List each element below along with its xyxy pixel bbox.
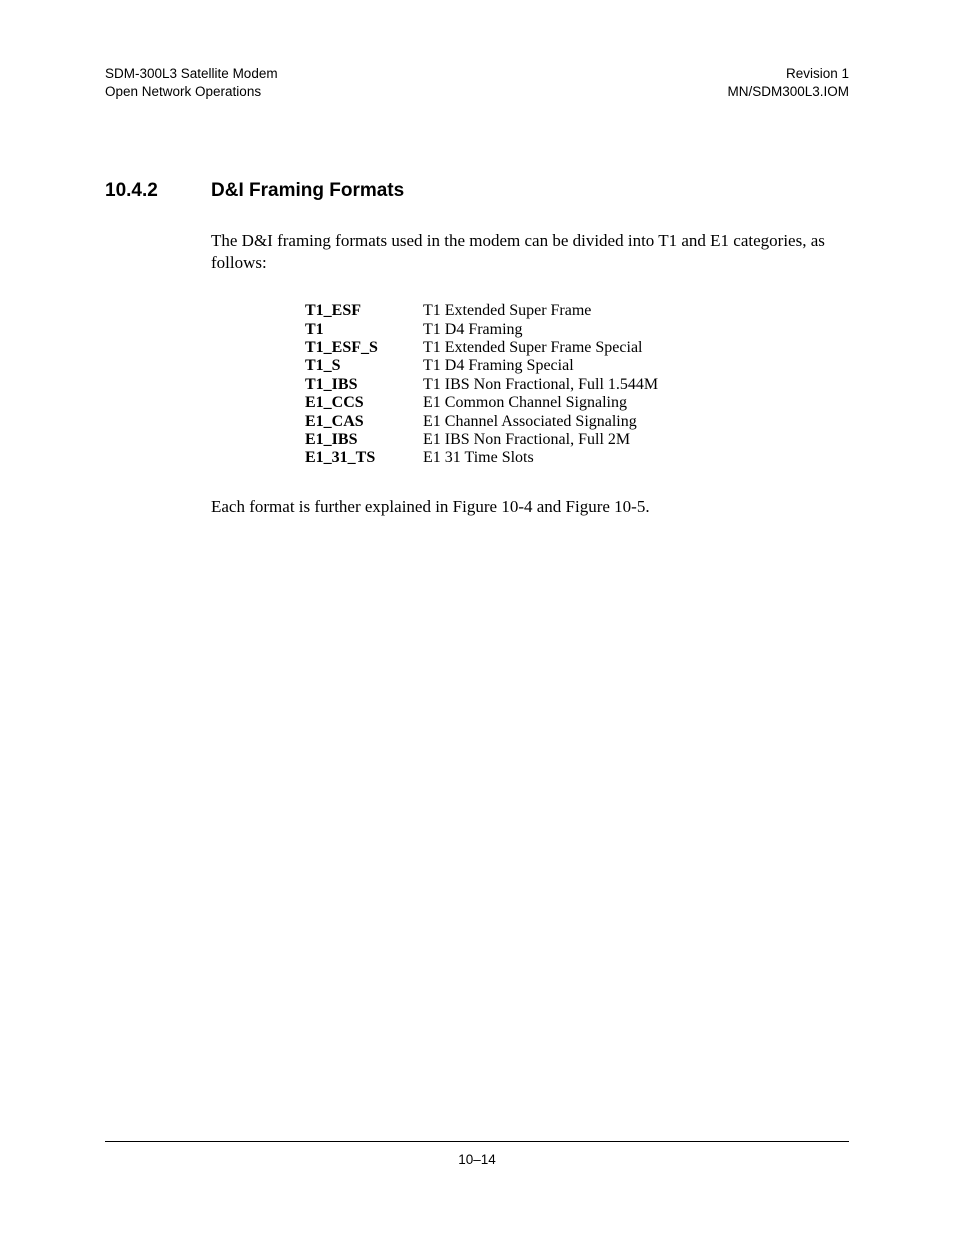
page-number: 10–14 (105, 1152, 849, 1167)
header-right: Revision 1 MN/SDM300L3.IOM (727, 65, 849, 100)
format-key: T1_ESF_S (305, 339, 423, 357)
section-number: 10.4.2 (105, 180, 211, 202)
table-row: E1_31_TS E1 31 Time Slots (305, 449, 849, 467)
format-description: E1 IBS Non Fractional, Full 2M (423, 431, 849, 449)
format-key: E1_31_TS (305, 449, 423, 467)
format-description: T1 Extended Super Frame (423, 302, 849, 320)
table-row: T1_ESF_S T1 Extended Super Frame Special (305, 339, 849, 357)
header-subtitle: Open Network Operations (105, 83, 278, 101)
closing-paragraph: Each format is further explained in Figu… (211, 496, 849, 518)
format-key: T1 (305, 321, 423, 339)
page-header: SDM-300L3 Satellite Modem Open Network O… (105, 65, 849, 100)
format-key: E1_CAS (305, 413, 423, 431)
format-description: T1 IBS Non Fractional, Full 1.544M (423, 376, 849, 394)
format-description: E1 Channel Associated Signaling (423, 413, 849, 431)
header-left: SDM-300L3 Satellite Modem Open Network O… (105, 65, 278, 100)
format-description: T1 D4 Framing (423, 321, 849, 339)
format-key: T1_ESF (305, 302, 423, 320)
intro-paragraph: The D&I framing formats used in the mode… (211, 230, 849, 274)
format-key: E1_CCS (305, 394, 423, 412)
table-row: E1_CCS E1 Common Channel Signaling (305, 394, 849, 412)
page-footer: 10–14 (105, 1141, 849, 1167)
section-title: D&I Framing Formats (211, 180, 404, 202)
format-description: T1 Extended Super Frame Special (423, 339, 849, 357)
footer-divider (105, 1141, 849, 1142)
format-key: T1_S (305, 357, 423, 375)
format-key: E1_IBS (305, 431, 423, 449)
header-revision: Revision 1 (727, 65, 849, 83)
table-row: T1 T1 D4 Framing (305, 321, 849, 339)
section-heading: 10.4.2 D&I Framing Formats (105, 180, 849, 202)
format-description: E1 31 Time Slots (423, 449, 849, 467)
table-row: E1_CAS E1 Channel Associated Signaling (305, 413, 849, 431)
table-row: T1_ESF T1 Extended Super Frame (305, 302, 849, 320)
header-doc-id: MN/SDM300L3.IOM (727, 83, 849, 101)
format-description: E1 Common Channel Signaling (423, 394, 849, 412)
table-row: E1_IBS E1 IBS Non Fractional, Full 2M (305, 431, 849, 449)
format-table: T1_ESF T1 Extended Super Frame T1 T1 D4 … (305, 302, 849, 468)
table-row: T1_S T1 D4 Framing Special (305, 357, 849, 375)
header-product-name: SDM-300L3 Satellite Modem (105, 65, 278, 83)
format-description: T1 D4 Framing Special (423, 357, 849, 375)
document-page: SDM-300L3 Satellite Modem Open Network O… (0, 0, 954, 1235)
format-key: T1_IBS (305, 376, 423, 394)
table-row: T1_IBS T1 IBS Non Fractional, Full 1.544… (305, 376, 849, 394)
